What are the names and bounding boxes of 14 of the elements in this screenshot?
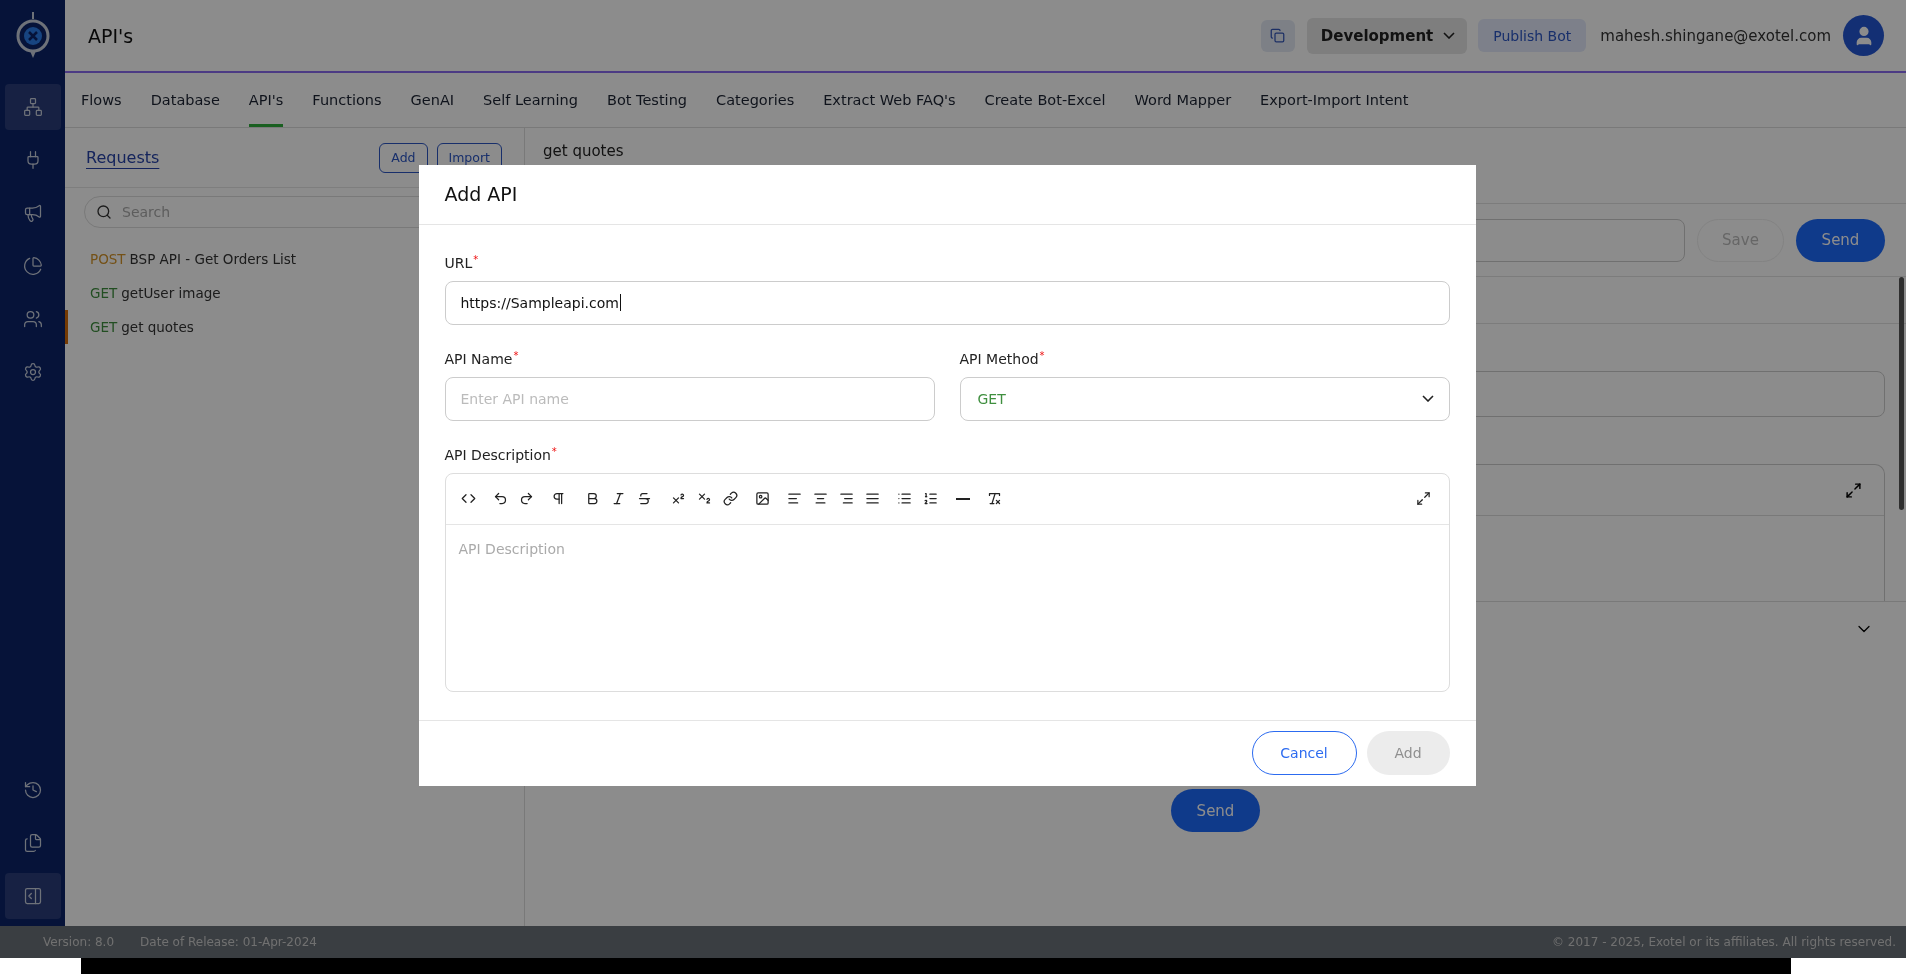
user-email: mahesh.shingane@exotel.com <box>1600 26 1831 45</box>
field-label: API Description$^{*}$ <box>444 446 558 463</box>
request-name: BSP API - Get Orders List <box>129 251 297 267</box>
request-title: get quotes <box>543 142 624 160</box>
method-label: GET <box>90 319 118 335</box>
field-label: API Method$^{*}$ <box>959 350 1046 367</box>
description-placeholder: API Description <box>458 540 565 557</box>
page-title: API's <box>88 24 135 47</box>
request-name: get quotes <box>121 319 194 335</box>
field-label: API Name$^{*}$ <box>444 350 520 367</box>
method-label: POST <box>90 251 126 267</box>
request-name: getUser image <box>121 285 221 301</box>
method-label: GET <box>90 285 118 301</box>
field-label: URL$^{*}$ <box>444 254 480 271</box>
